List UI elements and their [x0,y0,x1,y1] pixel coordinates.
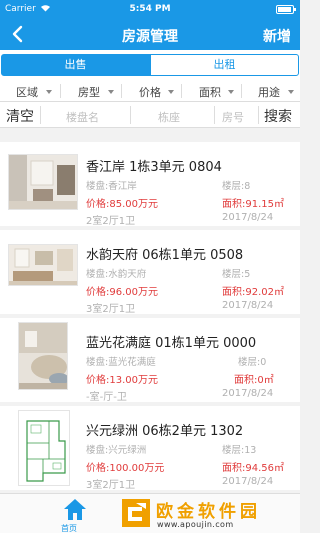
divider [181,84,182,98]
caret-down-icon [228,90,234,94]
divider [40,106,41,124]
listing-card[interactable]: 水韵天府 06栋1单元 0508 楼盘:水韵天府 楼层:5 价格:96.00万元… [0,230,300,315]
listing-title: 水韵天府 06栋1单元 0508 [86,248,244,263]
divider [121,84,122,98]
listing-card[interactable]: 香江岸 1栋3单元 0804 楼盘:香江岸 楼层:8 价格:85.00万元 面积… [0,142,300,227]
listing-area: 面积:0㎡ [234,375,274,386]
listing-estate: 楼盘:水韵天府 [86,269,147,280]
building-input[interactable]: 栋座 [158,109,180,125]
filter-bar: 区域 房型 价格 面积 用途 [0,80,300,102]
room-number-input[interactable]: 房号 [222,109,244,125]
caret-down-icon [168,90,174,94]
listing-estate: 楼盘:兴元绿洲 [86,445,147,456]
filter-room-type[interactable]: 房型 [78,84,100,100]
listing-estate: 楼盘:香江岸 [86,181,137,192]
listing-layout: 3室2厅1卫 [86,304,136,315]
floorplan-image [19,411,69,485]
battery-icon [276,5,296,14]
listing-date: 2017/8/24 [222,300,274,311]
listing-floor: 楼层:5 [222,269,251,280]
clock: 5:54 PM [129,4,171,14]
search-button[interactable]: 搜索 [264,106,292,126]
listing-title: 香江岸 1栋3单元 0804 [86,160,222,175]
listing-price: 价格:96.00万元 [86,287,158,298]
listing-price: 价格:85.00万元 [86,199,158,210]
filter-price[interactable]: 价格 [139,84,161,100]
filter-area[interactable]: 面积 [199,84,221,100]
add-listing-button[interactable]: 新增 [263,26,291,46]
watermark-url: www.apoujin.com [157,520,234,529]
listing-title: 蓝光花满庭 01栋1单元 0000 [86,336,257,351]
filter-usage[interactable]: 用途 [258,84,280,100]
listing-title: 兴元绿洲 06栋2单元 1302 [86,424,244,439]
listing-photo [18,322,68,390]
listing-photo [8,154,78,210]
listing-price: 价格:13.00万元 [86,375,158,386]
listing-floor: 楼层:13 [222,445,257,456]
caret-down-icon [108,90,114,94]
divider [241,84,242,98]
divider [130,106,131,124]
caret-down-icon [46,90,52,94]
listing-area: 面积:94.56㎡ [222,463,284,474]
listing-date: 2017/8/24 [222,388,274,399]
listing-area: 面积:92.02㎡ [222,287,284,298]
divider [60,84,61,98]
status-bar: Carrier 5:54 PM [0,0,300,20]
listing-estate: 楼盘:蓝光花满庭 [86,357,156,368]
listing-area: 面积:91.15㎡ [222,199,284,210]
watermark-title: 欧金软件园 [156,502,261,522]
tab-sale[interactable]: 出售 [1,54,150,76]
listing-price: 价格:100.00万元 [86,463,165,474]
nav-bar: 房源管理 新增 [0,20,300,50]
listing-layout: 2室2厅1卫 [86,216,136,227]
tab-home-label: 首页 [61,524,77,533]
listing-floor: 楼层:0 [238,357,267,368]
listing-card[interactable]: 兴元绿洲 06栋2单元 1302 楼盘:兴元绿洲 楼层:13 价格:100.00… [0,406,300,491]
listing-photo [8,244,78,286]
listing-date: 2017/8/24 [222,476,274,487]
home-icon [64,499,86,520]
tab-rent[interactable]: 出租 [150,54,299,76]
sale-rent-segment: 出售 出租 [0,50,300,80]
estate-name-input[interactable]: 楼盘名 [66,109,99,125]
page-title: 房源管理 [122,29,178,45]
divider [214,106,215,124]
listing-photo [18,410,70,486]
filter-region[interactable]: 区域 [16,84,38,100]
caret-down-icon [288,90,294,94]
listing-layout: -室-厅-卫 [86,392,127,403]
search-row: 清空 楼盘名 栋座 房号 搜索 [0,102,300,128]
clear-button[interactable]: 清空 [6,106,34,126]
divider [258,106,259,124]
listing-floor: 楼层:8 [222,181,251,192]
listing-layout: 3室2厅1卫 [86,480,136,491]
watermark-logo [120,497,152,529]
listing-card[interactable]: 蓝光花满庭 01栋1单元 0000 楼盘:蓝光花满庭 楼层:0 价格:13.00… [0,318,300,403]
listing-date: 2017/8/24 [222,212,274,223]
